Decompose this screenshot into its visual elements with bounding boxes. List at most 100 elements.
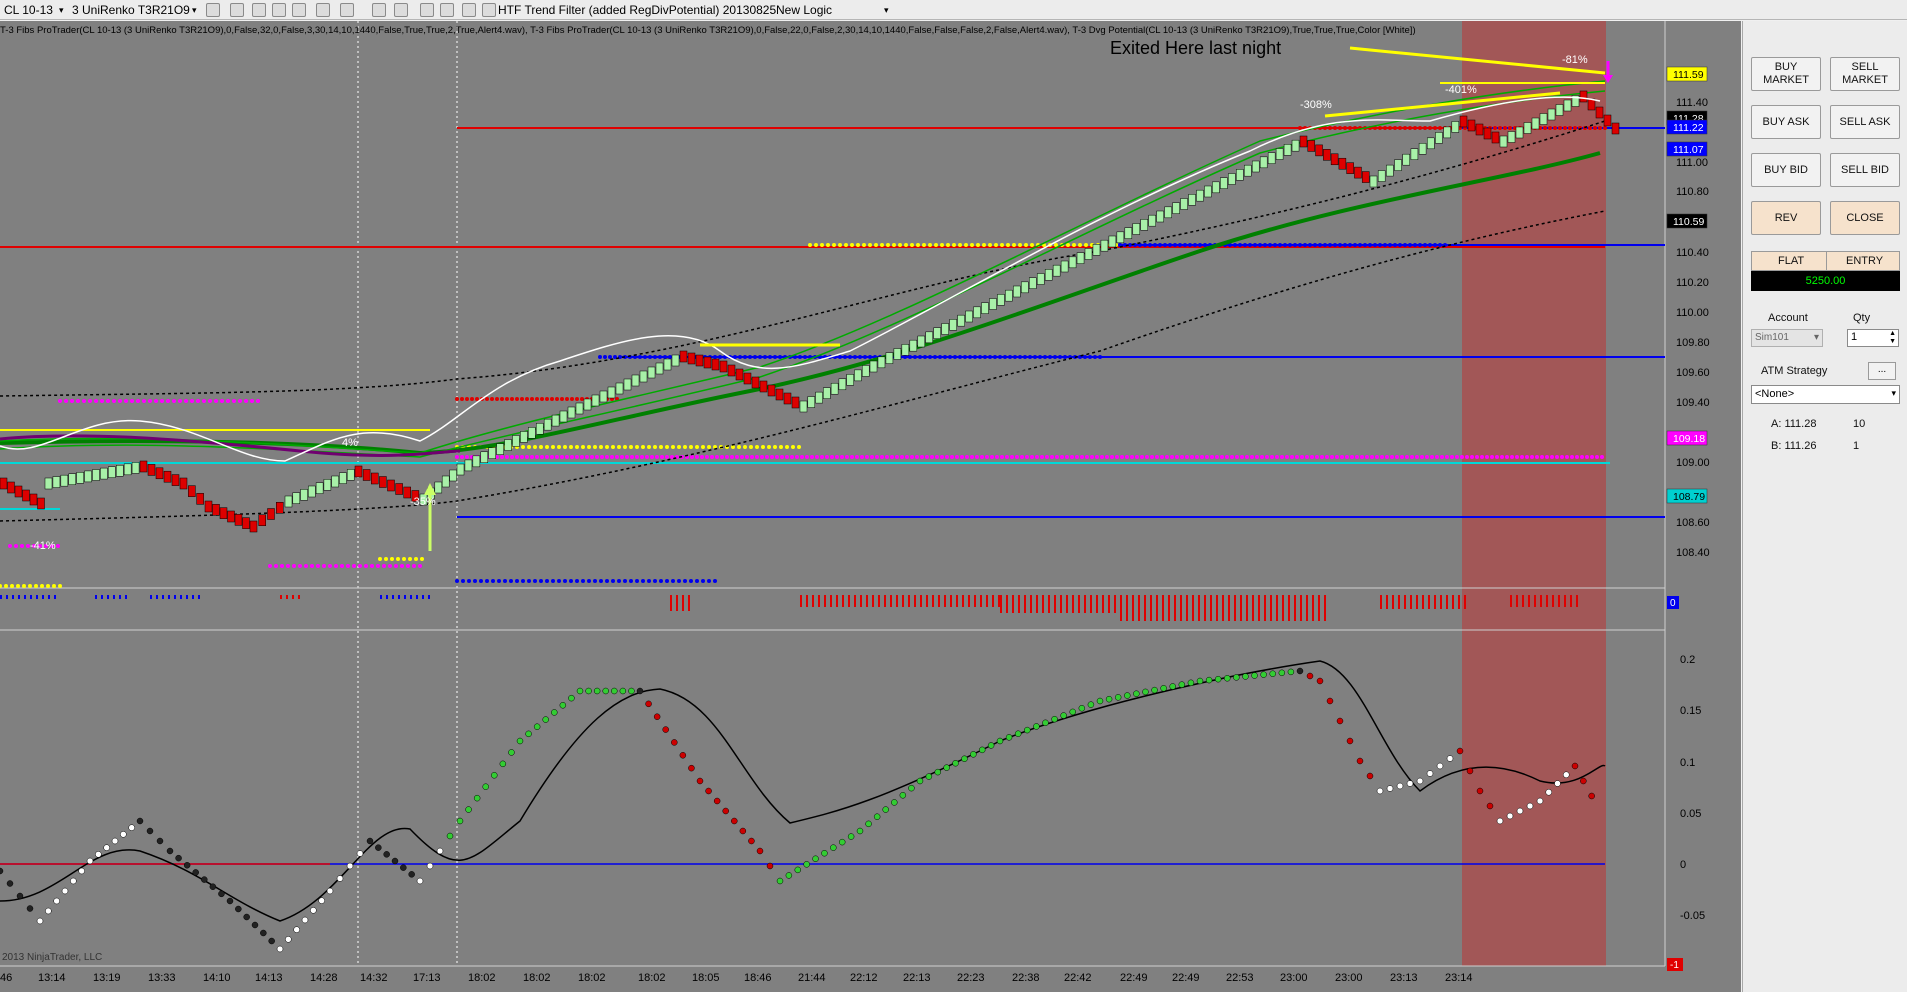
histogram-bar: [1204, 595, 1206, 621]
instrument-dropdown-icon[interactable]: ▾: [59, 2, 64, 18]
level-dot: [414, 557, 418, 561]
brick-up: [639, 370, 648, 383]
time-label: 18:02: [523, 972, 551, 984]
atm-dropdown-icon[interactable]: ▾: [1891, 388, 1896, 399]
level-dot: [1428, 243, 1432, 247]
histogram-bar: [968, 595, 970, 607]
level-dot: [933, 355, 937, 359]
oscillator-dot: [375, 844, 382, 851]
level-dot: [1258, 243, 1262, 247]
strategy-icon[interactable]: [372, 3, 386, 17]
brick-up: [108, 466, 116, 478]
histogram-bar: [1300, 595, 1302, 621]
sell-ask-button[interactable]: SELL ASK: [1830, 105, 1900, 139]
brick-up: [123, 463, 132, 476]
level-dot: [765, 455, 769, 459]
brick-down: [212, 504, 220, 516]
level-dot: [1000, 455, 1004, 459]
time-label: 21:44: [798, 972, 826, 984]
oscillator-dot: [516, 737, 524, 745]
level-dot: [1548, 126, 1552, 130]
atm-more-button[interactable]: ...: [1868, 362, 1896, 380]
time-label: 13:14: [38, 972, 66, 984]
level-dot: [797, 445, 801, 449]
ask-size: 10: [1853, 418, 1866, 430]
instrument-selector[interactable]: CL 10-13: [4, 2, 53, 18]
oscillator-dot: [183, 862, 191, 869]
atm-strategy-select[interactable]: <None> ▾: [1751, 385, 1900, 404]
level-dot: [172, 399, 176, 403]
level-dot: [1450, 455, 1454, 459]
zoom-out-icon[interactable]: [272, 3, 286, 17]
crosshair-icon[interactable]: [316, 3, 330, 17]
properties-icon[interactable]: [340, 3, 354, 17]
oscillator-dot: [1060, 712, 1067, 719]
level-dot: [1330, 455, 1334, 459]
qty-stepper-icon[interactable]: ▲ ▼: [1889, 330, 1896, 346]
price-tick-label: 110.20: [1676, 277, 1709, 289]
level-dot: [663, 355, 667, 359]
level-dot: [838, 355, 842, 359]
level-dot: [1005, 455, 1009, 459]
histogram-bar: [428, 595, 430, 599]
sell-bid-button[interactable]: SELL BID: [1830, 153, 1900, 187]
buy-bid-button[interactable]: BUY BID: [1751, 153, 1821, 187]
level-dot: [850, 243, 854, 247]
indicator-icon[interactable]: [394, 3, 408, 17]
oscillator-dot: [1205, 676, 1213, 684]
oscillator-dot: [559, 702, 567, 709]
template-dropdown-icon[interactable]: ▾: [884, 2, 889, 18]
level-dot: [545, 579, 549, 583]
level-dot: [503, 579, 507, 583]
oscillator-dot: [1346, 737, 1354, 745]
chart-trader-icon[interactable]: [440, 3, 454, 17]
text-tool-icon[interactable]: [292, 3, 306, 17]
bar-type-dropdown-icon[interactable]: ▾: [192, 2, 197, 18]
buy-ask-button[interactable]: BUY ASK: [1751, 105, 1821, 139]
level-dot: [740, 455, 744, 459]
level-dot: [780, 455, 784, 459]
level-dot: [1165, 455, 1169, 459]
image-icon[interactable]: [420, 3, 434, 17]
qty-input[interactable]: 1 ▲ ▼: [1847, 329, 1899, 347]
account-select[interactable]: Sim101 ▾: [1751, 329, 1823, 347]
zoom-in-icon[interactable]: [252, 3, 266, 17]
level-dot: [575, 455, 579, 459]
level-dot: [1000, 243, 1004, 247]
level-dot: [408, 557, 412, 561]
level-dot: [803, 355, 807, 359]
draw-pencil-icon[interactable]: [230, 3, 244, 17]
level-dot: [1433, 126, 1437, 130]
level-dot: [1495, 455, 1499, 459]
account-dropdown-icon[interactable]: ▾: [1814, 332, 1819, 343]
level-dot: [64, 399, 68, 403]
sell-market-button[interactable]: SELL MARKET: [1830, 57, 1900, 91]
brick-up: [464, 459, 473, 472]
buy-market-button[interactable]: BUY MARKET: [1751, 57, 1821, 91]
histogram-bar: [1006, 595, 1008, 613]
level-dot: [1293, 243, 1297, 247]
level-dot: [785, 445, 789, 449]
template-selector[interactable]: New Logic: [776, 2, 832, 18]
bar-chart-icon[interactable]: [206, 3, 220, 17]
histogram-bar: [107, 595, 109, 599]
price-chart[interactable]: Exited Here last night T-3 Fibs ProTrade…: [0, 21, 1741, 992]
level-dot: [1388, 243, 1392, 247]
close-button[interactable]: CLOSE: [1830, 201, 1900, 235]
strategy-label[interactable]: HTF Trend Filter (added RegDivPotential)…: [498, 2, 776, 18]
brick-up: [1539, 113, 1548, 125]
oscillator-dot: [996, 737, 1004, 745]
brick-up: [1044, 269, 1053, 281]
level-dot: [737, 445, 741, 449]
level-dot: [154, 399, 158, 403]
data-box-icon[interactable]: [462, 3, 476, 17]
brick-down: [767, 384, 776, 397]
level-dot: [890, 455, 894, 459]
alerts-icon[interactable]: [482, 3, 496, 17]
level-dot: [112, 399, 116, 403]
bar-type-selector[interactable]: 3 UniRenko T3R21O9: [72, 2, 190, 18]
level-dot: [898, 243, 902, 247]
brick-down: [1354, 166, 1362, 179]
level-dot: [1048, 355, 1052, 359]
reverse-button[interactable]: REV: [1751, 201, 1821, 235]
